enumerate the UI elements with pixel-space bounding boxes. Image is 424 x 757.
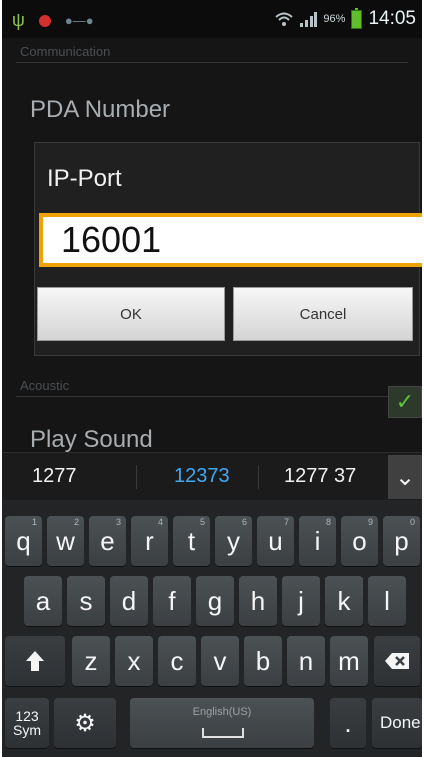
play-sound-checkbox[interactable]: ✓ <box>388 386 422 418</box>
chevron-down-icon[interactable]: ⌄ <box>388 455 422 499</box>
ip-port-dialog: IP-Port OK Cancel <box>34 142 422 356</box>
suggestion-bar: 1277 12373 1277 37 ⌄ <box>2 452 422 501</box>
key-w[interactable]: w2 <box>47 516 84 566</box>
key-a[interactable]: a <box>24 576 62 626</box>
dialog-title: IP-Port <box>47 165 122 192</box>
spacebar-icon <box>202 728 244 738</box>
key-x[interactable]: x <box>115 636 153 686</box>
battery-icon <box>351 7 363 29</box>
ok-button[interactable]: OK <box>37 287 225 341</box>
keyboard: q1 w2 e3 r4 t5 y6 u7 i8 o9 p0 a s d f g … <box>2 500 422 757</box>
suggestion-item[interactable]: 12373 <box>174 465 230 488</box>
key-f[interactable]: f <box>153 576 191 626</box>
usb-icon: ψ <box>12 10 25 30</box>
done-key[interactable]: Done <box>372 698 422 748</box>
key-j[interactable]: j <box>282 576 320 626</box>
section-header-communication: Communication <box>20 44 111 59</box>
settings-key[interactable]: ⚙ <box>54 698 116 748</box>
shift-icon <box>26 651 44 671</box>
shift-key[interactable] <box>5 636 65 686</box>
key-i[interactable]: i8 <box>299 516 336 566</box>
pref-play-sound[interactable]: Play Sound <box>30 426 153 454</box>
key-u[interactable]: u7 <box>257 516 294 566</box>
key-o[interactable]: o9 <box>341 516 378 566</box>
key-m[interactable]: m <box>330 636 368 686</box>
phone-screen: ψ ●—● 96% 14:05 Communication PDA Number… <box>2 0 422 757</box>
key-n[interactable]: n <box>287 636 325 686</box>
key-e[interactable]: e3 <box>89 516 126 566</box>
space-key[interactable]: English(US) <box>130 698 314 748</box>
suggestion-item[interactable]: 1277 <box>32 465 77 488</box>
backspace-icon <box>385 653 409 669</box>
section-header-acoustic: Acoustic <box>20 378 70 393</box>
key-t[interactable]: t5 <box>173 516 210 566</box>
checkmark-icon: ✓ <box>395 389 415 414</box>
suggestion-item[interactable]: 1277 37 <box>284 465 356 488</box>
key-d[interactable]: d <box>110 576 148 626</box>
wifi-icon <box>275 12 294 26</box>
key-k[interactable]: k <box>325 576 363 626</box>
key-q[interactable]: q1 <box>5 516 42 566</box>
divider <box>16 396 408 397</box>
battery-percent: 96% <box>323 13 346 25</box>
sym-key-label: 123 <box>15 708 39 724</box>
voicemail-icon: ●—● <box>64 13 94 28</box>
space-key-label: English(US) <box>192 706 252 718</box>
key-v[interactable]: v <box>201 636 239 686</box>
key-r[interactable]: r4 <box>131 516 168 566</box>
key-g[interactable]: g <box>196 576 234 626</box>
key-p[interactable]: p0 <box>383 516 420 566</box>
signal-icon <box>300 12 318 27</box>
ip-port-input[interactable] <box>39 213 422 267</box>
divider <box>136 465 137 489</box>
cancel-button[interactable]: Cancel <box>233 287 413 341</box>
key-y[interactable]: y6 <box>215 516 252 566</box>
key-h[interactable]: h <box>239 576 277 626</box>
period-key[interactable]: . <box>330 698 366 748</box>
key-c[interactable]: c <box>158 636 196 686</box>
record-icon <box>38 14 51 27</box>
key-b[interactable]: b <box>244 636 282 686</box>
divider <box>16 62 408 63</box>
key-z[interactable]: z <box>72 636 110 686</box>
sym-key[interactable]: 123 Sym <box>5 698 49 748</box>
backspace-key[interactable] <box>374 636 420 686</box>
gear-icon: ⚙ <box>74 709 96 737</box>
status-bar: ψ ●—● 96% 14:05 <box>2 0 422 38</box>
key-l[interactable]: l <box>368 576 406 626</box>
clock: 14:05 <box>368 8 416 29</box>
divider <box>258 465 259 489</box>
pref-pda-number[interactable]: PDA Number <box>30 96 170 124</box>
sym-key-label: Sym <box>13 722 41 738</box>
key-s[interactable]: s <box>67 576 105 626</box>
